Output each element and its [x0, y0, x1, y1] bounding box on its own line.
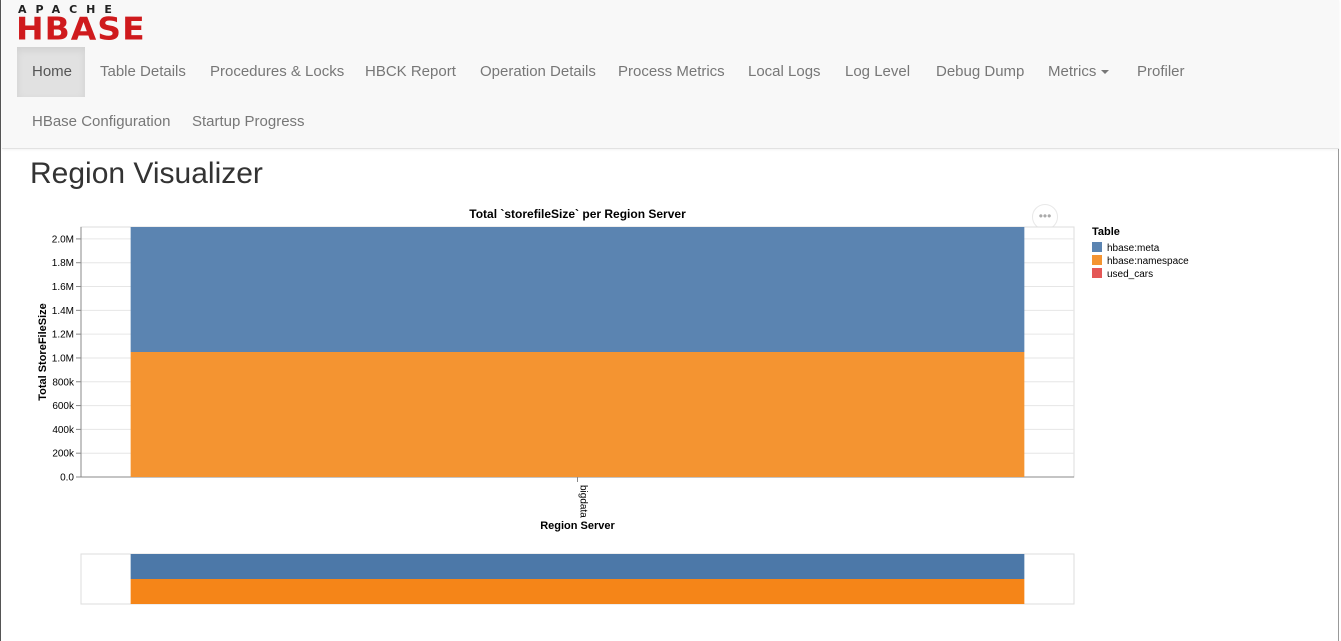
- legend-label: hbase:namespace: [1107, 256, 1189, 267]
- y-tick-label: 200k: [52, 449, 75, 460]
- bar-segment-hbase-namespace[interactable]: [130, 352, 1025, 477]
- legend-title: Table: [1092, 226, 1120, 238]
- legend-swatch: [1092, 242, 1102, 252]
- y-tick-label: 1.0M: [52, 353, 74, 364]
- y-tick-label: 1.2M: [52, 330, 74, 341]
- browser-window: APACHE HBASE Home Table Details Procedur…: [0, 0, 1339, 641]
- bar-segment-hbase-meta[interactable]: [130, 227, 1025, 352]
- overview-segment-hbase-namespace: [130, 579, 1025, 604]
- y-tick-label: 400k: [52, 425, 75, 436]
- y-tick-label: 1.8M: [52, 258, 74, 269]
- y-tick-label: 800k: [52, 377, 75, 388]
- y-axis-title: Total StoreFileSize: [37, 303, 49, 401]
- x-axis-title: Region Server: [540, 520, 615, 532]
- y-tick-label: 1.4M: [52, 306, 74, 317]
- y-tick-label: 2.0M: [52, 234, 74, 245]
- legend-label: hbase:meta: [1107, 243, 1160, 254]
- legend-label: used_cars: [1107, 269, 1154, 280]
- legend-item-hbase-meta[interactable]: hbase:meta: [1092, 242, 1189, 255]
- y-tick-label: 0.0: [60, 473, 74, 484]
- legend-item-used-cars[interactable]: used_cars: [1092, 268, 1189, 281]
- y-tick-label: 600k: [52, 401, 75, 412]
- chart-legend: Table hbase:meta hbase:namespace used_ca…: [1092, 226, 1189, 281]
- overview-segment-hbase-meta: [130, 554, 1025, 579]
- y-tick-label: 1.6M: [52, 282, 74, 293]
- storefile-size-chart[interactable]: 0.0 200k 400k 600k 800k 1.0M 1.2M 1.4M 1.6M 1.8M 2…: [1, 0, 1341, 641]
- legend-swatch: [1092, 268, 1102, 278]
- legend-swatch: [1092, 255, 1102, 265]
- x-tick-label: bigdata: [578, 485, 589, 518]
- legend-item-hbase-namespace[interactable]: hbase:namespace: [1092, 255, 1189, 268]
